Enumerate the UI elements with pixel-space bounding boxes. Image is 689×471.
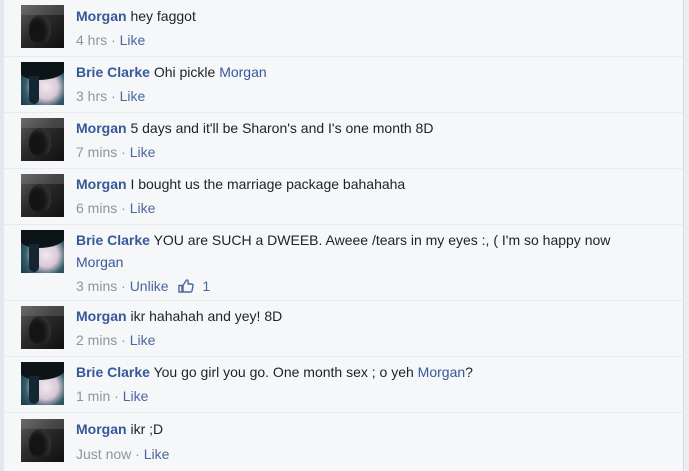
comment-thread: Morgan hey faggot 4 hrs · Like Brie Clar… [4, 0, 683, 471]
comment-text: Brie Clarke YOU are SUCH a DWEEB. Aweee … [76, 229, 658, 273]
comment-time: 6 mins [76, 200, 118, 216]
comment-text: Morgan 5 days and it'll be Sharon's and … [76, 117, 666, 139]
avatar[interactable] [21, 62, 64, 105]
meta-separator: · [121, 200, 126, 216]
comment-text: Morgan ikr hahahah and yey! 8D [76, 305, 666, 327]
mention-link[interactable]: Morgan [76, 254, 123, 270]
comment-item-8: Morgan ikr ;D Just now · Like [4, 412, 683, 471]
comment-time: 7 mins [76, 144, 118, 160]
meta-separator: · [111, 88, 116, 104]
comment-message: You go girl you go. One month sex ; o ye… [153, 364, 414, 380]
comment-item-6: Morgan ikr hahahah and yey! 8D 2 mins · … [4, 300, 683, 357]
comment-time: 4 hrs [76, 32, 108, 48]
comment-author[interactable]: Morgan [76, 120, 127, 136]
like-button[interactable]: Like [130, 200, 156, 216]
comment-tail: ? [465, 364, 473, 380]
comment-meta: 1 min · Like [76, 387, 148, 405]
like-count[interactable]: 1 [178, 277, 210, 295]
comment-author[interactable]: Brie Clarke [76, 364, 150, 380]
comment-text: Morgan I bought us the marriage package … [76, 173, 666, 195]
like-count-value: 1 [202, 278, 211, 294]
comment-text: Brie Clarke You go girl you go. One mont… [76, 361, 666, 383]
comment-text: Morgan hey faggot [76, 5, 666, 27]
mention-link[interactable]: Morgan [418, 364, 465, 380]
comment-time: 2 mins [76, 332, 118, 348]
comment-meta: 7 mins · Like [76, 143, 155, 161]
mention-link[interactable]: Morgan [219, 64, 266, 80]
comment-item-5: Brie Clarke YOU are SUCH a DWEEB. Aweee … [4, 224, 683, 301]
comment-message: ikr ;D [130, 421, 164, 437]
like-button[interactable]: Like [130, 332, 156, 348]
comment-time: 3 mins [76, 278, 118, 294]
comment-text: Morgan ikr ;D [76, 418, 666, 440]
like-button[interactable]: Like [123, 388, 149, 404]
comment-message: Ohi pickle [153, 64, 216, 80]
comment-item-1: Morgan hey faggot 4 hrs · Like [4, 0, 683, 57]
comment-item-4: Morgan I bought us the marriage package … [4, 168, 683, 225]
meta-separator: · [121, 144, 126, 160]
comment-time: Just now [76, 446, 132, 462]
thumbs-up-icon [178, 279, 195, 293]
unlike-button[interactable]: Unlike [130, 278, 169, 294]
comment-item-7: Brie Clarke You go girl you go. One mont… [4, 356, 683, 413]
comment-author[interactable]: Brie Clarke [76, 232, 150, 248]
like-button[interactable]: Like [130, 144, 156, 160]
comment-message: ikr hahahah and yey! 8D [130, 308, 283, 324]
meta-separator: · [121, 278, 126, 294]
comment-author[interactable]: Morgan [76, 176, 127, 192]
avatar[interactable] [21, 230, 64, 273]
comment-author[interactable]: Morgan [76, 308, 127, 324]
like-button[interactable]: Like [144, 446, 170, 462]
comment-meta: 3 mins · Unlike 1 [76, 277, 210, 295]
meta-separator: · [114, 388, 119, 404]
comment-author[interactable]: Morgan [76, 421, 127, 437]
meta-separator: · [111, 32, 116, 48]
avatar[interactable] [21, 419, 64, 462]
avatar[interactable] [21, 118, 64, 161]
comment-author[interactable]: Brie Clarke [76, 64, 150, 80]
meta-separator: · [135, 446, 140, 462]
comment-time: 3 hrs [76, 88, 108, 104]
comment-meta: 4 hrs · Like [76, 31, 145, 49]
comment-text: Brie Clarke Ohi pickle Morgan [76, 61, 666, 83]
comment-message: 5 days and it'll be Sharon's and I's one… [130, 120, 434, 136]
comment-meta: 2 mins · Like [76, 331, 155, 349]
avatar[interactable] [21, 306, 64, 349]
comment-meta: Just now · Like [76, 445, 169, 463]
right-edge-rail [683, 0, 689, 471]
comment-meta: 3 hrs · Like [76, 87, 145, 105]
comment-message: hey faggot [130, 8, 196, 24]
comment-message: I bought us the marriage package bahahah… [130, 176, 406, 192]
comment-item-2: Brie Clarke Ohi pickle Morgan 3 hrs · Li… [4, 56, 683, 113]
avatar[interactable] [21, 5, 64, 48]
comment-item-3: Morgan 5 days and it'll be Sharon's and … [4, 112, 683, 169]
like-button[interactable]: Like [120, 32, 146, 48]
meta-separator: · [121, 332, 126, 348]
comment-message: YOU are SUCH a DWEEB. Aweee /tears in my… [153, 232, 611, 248]
like-button[interactable]: Like [120, 88, 146, 104]
avatar[interactable] [21, 362, 64, 405]
comment-time: 1 min [76, 388, 111, 404]
avatar[interactable] [21, 174, 64, 217]
comment-meta: 6 mins · Like [76, 199, 155, 217]
comment-author[interactable]: Morgan [76, 8, 127, 24]
